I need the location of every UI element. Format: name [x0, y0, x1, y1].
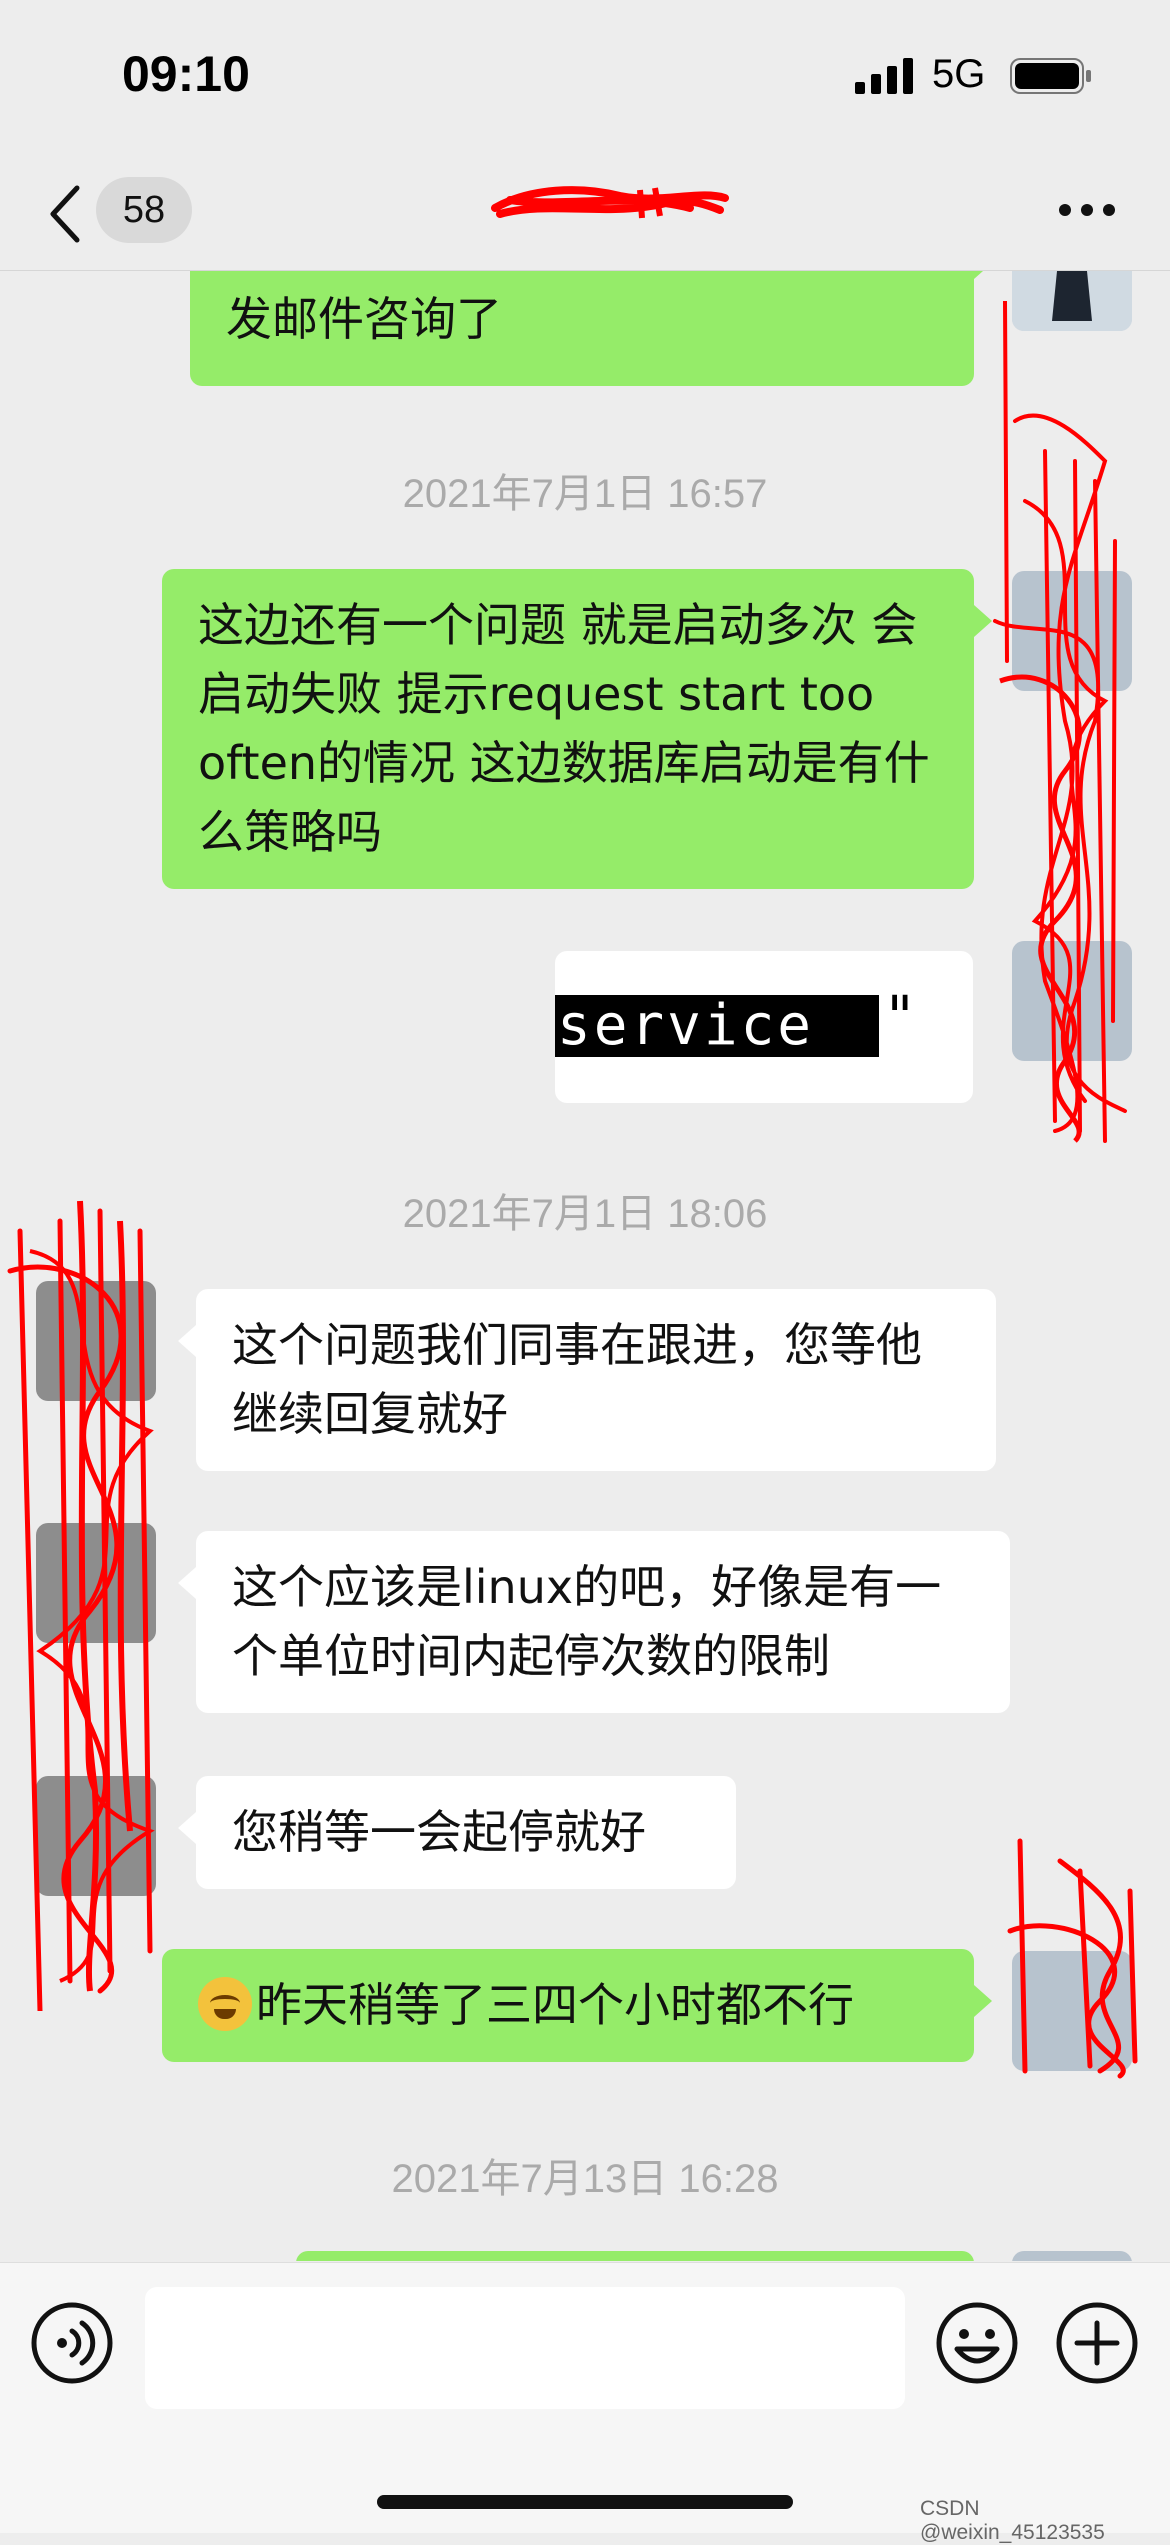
emoji-icon[interactable]	[935, 2301, 1019, 2385]
crying-laughing-emoji-icon	[198, 1977, 252, 2031]
more-functions-plus-icon[interactable]	[1055, 2301, 1139, 2385]
status-bar: 09:10 5G	[0, 0, 1170, 160]
message-text: 这边还有一个问题 就是启动多次 会启动失败 提示request start to…	[198, 598, 930, 859]
contact-avatar[interactable]	[36, 1281, 156, 1401]
message-bubble-outgoing[interactable]: 发邮件咨询了	[190, 271, 992, 386]
timestamp: 2021年7月13日 16:28	[391, 2157, 779, 2201]
self-avatar[interactable]	[1012, 1951, 1132, 2071]
back-chevron-icon[interactable]	[45, 182, 85, 246]
contact-avatar[interactable]	[36, 1523, 156, 1643]
self-avatar[interactable]	[1012, 571, 1132, 691]
message-text: 这个问题我们同事在跟进，您等他继续回复就好	[232, 1318, 922, 1441]
more-options-icon[interactable]	[1058, 203, 1116, 217]
timestamp: 2021年7月1日 16:57	[402, 472, 768, 516]
battery-icon	[1010, 58, 1091, 94]
unread-count-badge[interactable]: 58	[96, 177, 192, 243]
code-snippet-text: service	[555, 995, 879, 1057]
self-avatar[interactable]	[1012, 941, 1132, 1061]
watermark: CSDN @weixin_45123535	[920, 2497, 1105, 2544]
avatar-figure-icon	[1012, 271, 1132, 331]
partial-hidden-text	[226, 271, 276, 276]
message-bubble-outgoing[interactable]	[296, 2251, 974, 2261]
home-indicator	[377, 2495, 793, 2509]
message-input[interactable]	[145, 2287, 905, 2409]
message-text: 发邮件咨询了	[226, 292, 502, 346]
code-quote: "	[883, 985, 917, 1050]
voice-input-icon[interactable]	[30, 2301, 114, 2385]
message-bubble-incoming[interactable]: 这个问题我们同事在跟进，您等他继续回复就好	[178, 1289, 996, 1471]
contact-avatar[interactable]	[36, 1776, 156, 1896]
self-avatar[interactable]	[1012, 2251, 1132, 2261]
message-bubble-outgoing[interactable]: 这边还有一个问题 就是启动多次 会启动失败 提示request start to…	[162, 569, 992, 889]
message-text: 昨天稍等了三四个小时都不行	[256, 1978, 854, 2032]
status-time: 09:10	[122, 46, 250, 102]
message-bubble-outgoing[interactable]: 昨天稍等了三四个小时都不行	[162, 1949, 992, 2062]
input-bar: CSDN @weixin_45123535	[0, 2262, 1170, 2544]
message-list[interactable]: 发邮件咨询了 2021年7月1日 16:57 这边还有一个问题 就是启动多次 会…	[0, 271, 1170, 2261]
message-text: 这个应该是linux的吧，好像是有一个单位时间内起停次数的限制	[232, 1560, 942, 1683]
self-avatar[interactable]	[1012, 271, 1132, 331]
network-type: 5G	[932, 52, 986, 96]
message-bubble-incoming[interactable]: 您稍等一会起停就好	[178, 1776, 736, 1889]
cellular-signal-icon	[855, 58, 913, 94]
message-bubble-incoming[interactable]: 这个应该是linux的吧，好像是有一个单位时间内起停次数的限制	[178, 1531, 1010, 1713]
message-text: 您稍等一会起停就好	[232, 1805, 646, 1859]
timestamp: 2021年7月1日 18:06	[402, 1192, 768, 1236]
image-message[interactable]: service "	[555, 951, 973, 1103]
